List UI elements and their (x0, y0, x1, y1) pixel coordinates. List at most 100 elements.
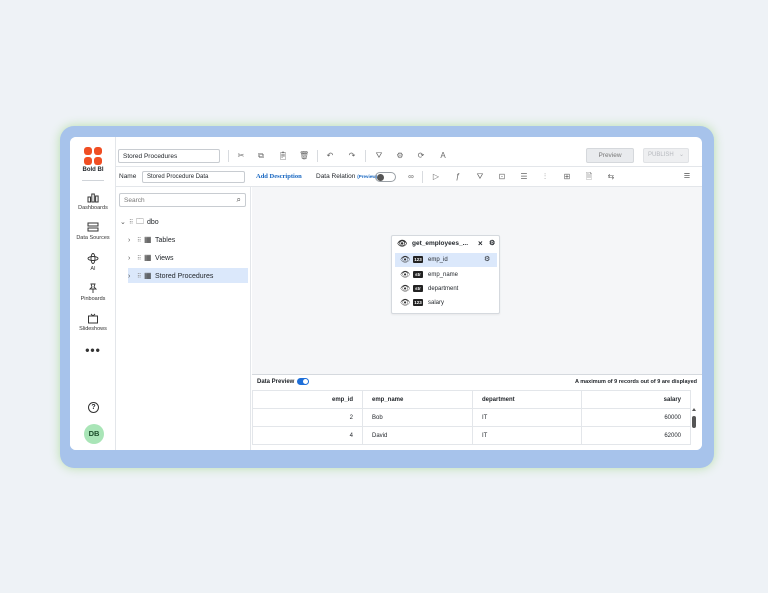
nav-data-sources[interactable]: Data Sources (70, 222, 116, 241)
chevron-right-icon[interactable]: › (128, 269, 137, 284)
paste-icon[interactable]: 📋︎ (278, 151, 288, 161)
column-header[interactable]: emp_name (362, 390, 473, 409)
preview-button[interactable]: Preview (586, 148, 634, 163)
nav-label: Pinboards (80, 296, 106, 302)
rail-divider (82, 180, 104, 181)
avatar[interactable]: DB (84, 424, 104, 444)
dashboards-icon (87, 193, 99, 203)
sliders-icon[interactable]: ☰ (519, 172, 529, 182)
drag-handle-icon[interactable]: ⠿ (129, 216, 136, 231)
tree-item-label: Tables (155, 237, 176, 244)
field-row[interactable]: 👁︎ str department (395, 282, 497, 296)
data-relation-label: Data Relation (Preview) (316, 173, 377, 180)
chevron-down-icon[interactable]: ⌄ (679, 149, 684, 162)
delete-icon[interactable]: 🗑︎ (299, 151, 309, 161)
nav-label: Data Sources (76, 235, 110, 241)
filter-icon[interactable]: ⛛ (475, 172, 485, 182)
settings-filter-icon[interactable]: ⚙ (395, 151, 405, 161)
link-icon[interactable]: ∞ (406, 172, 416, 182)
bold-bi-logo-icon[interactable] (84, 147, 102, 165)
eye-icon[interactable]: 👁︎ (400, 253, 410, 267)
eye-icon[interactable]: 👁︎ (400, 296, 410, 310)
parameters-icon[interactable]: ⫶ (540, 172, 550, 182)
nav-pinboards[interactable]: Pinboards (70, 283, 116, 302)
nav-dashboards[interactable]: Dashboards (70, 192, 116, 211)
field-row[interactable]: 👁︎ str emp_name (395, 268, 497, 282)
chevron-right-icon[interactable]: › (128, 233, 137, 248)
publish-button[interactable]: PUBLISH ⌄ (643, 148, 689, 163)
field-row[interactable]: 👁︎ 123 salary (395, 296, 497, 310)
nav-label: Dashboards (78, 205, 108, 211)
settings-icon[interactable]: ⚙ (484, 253, 490, 267)
main-toolbar: Stored Procedures ✂ ⧉ 📋︎ 🗑︎ ↶ ↷ ⛛ ⚙ ⟳ A … (116, 145, 702, 167)
copy-icon[interactable]: ⧉ (256, 151, 266, 161)
column-header[interactable]: department (472, 390, 582, 409)
redo-icon[interactable]: ↷ (347, 151, 357, 161)
tree-item-views[interactable]: › ⠿ ▦ Views (128, 250, 248, 265)
eye-icon[interactable]: 👁︎ (397, 236, 407, 252)
table-card[interactable]: 👁︎ get_employees_... × ⚙ 👁︎ 123 emp_id ⚙… (391, 235, 500, 314)
help-icon[interactable]: ? (88, 402, 99, 413)
search-input[interactable]: Search ⌕ (119, 193, 246, 207)
table-cell: Bob (362, 408, 473, 427)
expression-icon[interactable]: ƒ (453, 172, 463, 182)
data-preview-toggle[interactable] (297, 378, 309, 385)
file-settings-icon[interactable]: 🗎︎ (584, 172, 594, 182)
name-field[interactable]: Stored Procedure Data (142, 171, 245, 183)
search-icon[interactable]: ⌕ (237, 195, 241, 204)
column-header[interactable]: salary (581, 390, 691, 409)
undo-icon[interactable]: ↶ (325, 151, 335, 161)
data-relation-toggle[interactable] (375, 172, 396, 182)
eye-icon[interactable]: 👁︎ (400, 282, 410, 296)
toolbar-divider (228, 150, 229, 162)
field-name: emp_name (428, 272, 459, 278)
add-description-link[interactable]: Add Description (256, 173, 302, 180)
grid-icon[interactable]: ⊞ (562, 172, 572, 182)
query-filter-icon[interactable]: ⊡ (497, 172, 507, 182)
drag-handle-icon[interactable]: ⠿ (137, 252, 144, 267)
vertical-scrollbar[interactable] (691, 407, 697, 437)
drag-handle-icon[interactable]: ⠿ (137, 234, 144, 249)
drag-handle-icon[interactable]: ⠿ (137, 270, 144, 285)
type-badge: str (413, 271, 423, 278)
column-header[interactable]: emp_id (252, 390, 363, 409)
chevron-down-icon[interactable]: ⌄ (120, 215, 129, 230)
tree-item-tables[interactable]: › ⠿ ▦ Tables (128, 232, 248, 247)
type-badge: 123 (413, 299, 423, 306)
close-icon[interactable]: × (478, 236, 483, 252)
card-title: get_employees_... (412, 240, 468, 247)
table-header-row: emp_id emp_name department salary (252, 390, 691, 409)
field-name: department (428, 286, 459, 292)
cut-icon[interactable]: ✂ (236, 151, 246, 161)
eye-icon[interactable]: 👁︎ (400, 268, 410, 282)
translate-icon[interactable]: A (438, 151, 448, 161)
gear-icon[interactable]: ⚙ (489, 236, 495, 252)
schema-tree: Search ⌕ ⌄ ⠿ 🗀︎ dbo › ⠿ ▦ Tables › ⠿ ▦ Views › ⠿ ▦ S… (116, 187, 251, 450)
field-row[interactable]: 👁︎ 123 emp_id ⚙ (395, 253, 497, 267)
tree-root[interactable]: ⌄ ⠿ 🗀︎ dbo (120, 214, 248, 229)
table-cell: 2 (252, 408, 363, 427)
data-relation-text: Data Relation (316, 173, 356, 180)
title-input[interactable]: Stored Procedures (118, 149, 220, 163)
toolbar-divider (317, 150, 318, 162)
toolbar-divider (365, 150, 366, 162)
nav-label: Slideshows (79, 326, 107, 332)
refresh-icon[interactable]: ⟳ (416, 151, 426, 161)
nav-ai[interactable]: AI (70, 253, 116, 272)
left-rail: Bold BI Dashboards Data Sources AI Pinbo… (70, 137, 116, 450)
filter-icon[interactable]: ⛛ (374, 151, 384, 161)
design-canvas[interactable]: 👁︎ get_employees_... × ⚙ 👁︎ 123 emp_id ⚙… (252, 187, 702, 374)
slideshows-icon (88, 313, 98, 324)
nav-label: AI (90, 266, 96, 272)
menu-icon[interactable]: ≡ (682, 171, 692, 182)
run-icon[interactable]: ▷ (431, 172, 441, 182)
name-label: Name (119, 173, 137, 180)
table-cell: 60000 (581, 408, 691, 427)
nav-slideshows[interactable]: Slideshows (70, 313, 116, 332)
swap-icon[interactable]: ⇆ (606, 172, 616, 182)
tree-item-stored-procedures[interactable]: › ⠿ ▦ Stored Procedures (128, 268, 248, 283)
ai-icon (87, 253, 99, 264)
table-cell: IT (472, 426, 582, 445)
chevron-right-icon[interactable]: › (128, 251, 137, 266)
more-icon[interactable]: ••• (70, 343, 116, 357)
